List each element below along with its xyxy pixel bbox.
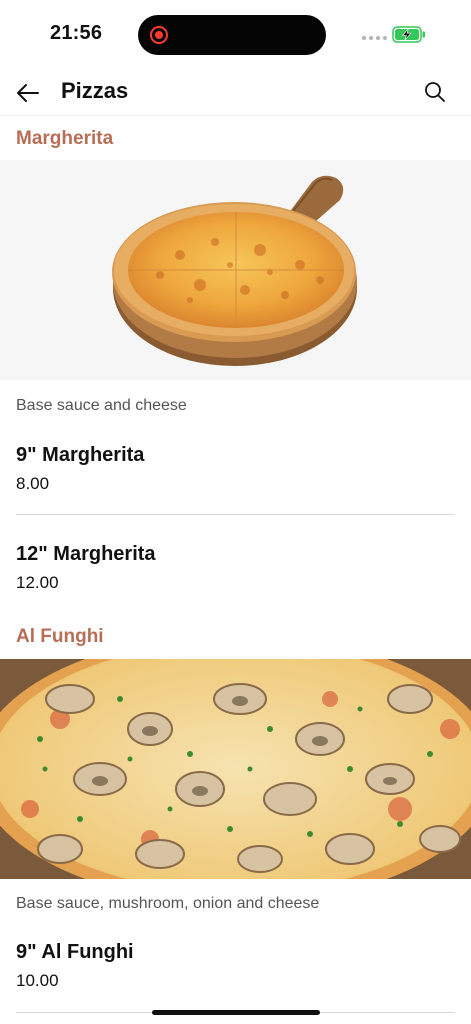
margherita-image[interactable] <box>0 160 471 380</box>
search-icon[interactable] <box>422 79 448 105</box>
signal-dots-icon <box>362 36 387 40</box>
item-divider <box>16 514 455 515</box>
home-indicator[interactable] <box>152 1010 320 1015</box>
al-funghi-image[interactable] <box>0 659 471 879</box>
menu-item-price: 10.00 <box>16 971 59 990</box>
status-time: 21:56 <box>50 22 103 44</box>
menu-item-price: 12.00 <box>16 573 59 592</box>
menu-item-name[interactable]: 9" Al Funghi <box>16 941 134 964</box>
app-bar: Pizzas <box>0 70 471 116</box>
dynamic-island <box>138 15 326 55</box>
page-title: Pizzas <box>61 78 129 103</box>
margherita-description: Base sauce and cheese <box>16 397 187 414</box>
back-arrow-icon[interactable] <box>14 79 42 107</box>
menu-item-name[interactable]: 12" Margherita <box>16 543 156 566</box>
section-title-margherita: Margherita <box>16 128 114 149</box>
menu-item-name[interactable]: 9" Margherita <box>16 444 144 467</box>
section-title-al-funghi: Al Funghi <box>16 626 104 647</box>
recording-icon <box>150 26 168 44</box>
battery-charging-icon <box>392 26 425 43</box>
status-bar: 21:56 <box>0 0 471 70</box>
menu-item-price: 8.00 <box>16 474 50 493</box>
al-funghi-description: Base sauce, mushroom, onion and cheese <box>16 895 320 912</box>
